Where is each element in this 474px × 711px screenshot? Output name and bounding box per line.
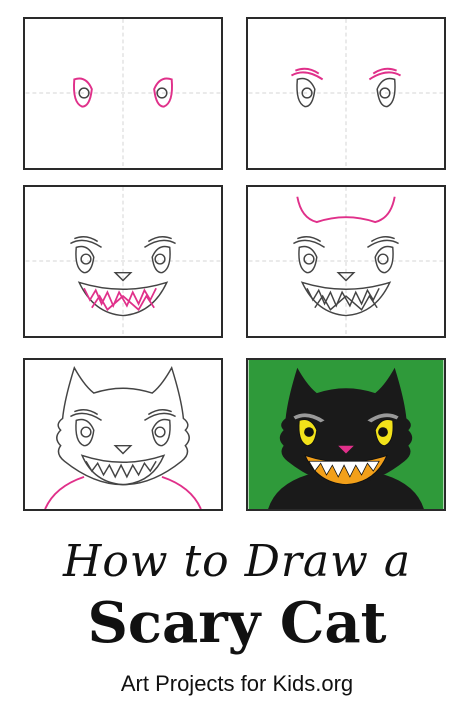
title-line-subject: Scary Cat [87, 590, 387, 656]
step-6-panel [246, 358, 446, 511]
step-1-panel [23, 17, 223, 170]
step-4-panel [246, 185, 446, 338]
step-1-eyes-sketch [25, 19, 221, 168]
step-6-colored-cat [248, 360, 444, 509]
step-4-ears-sketch [248, 187, 444, 336]
title-line-brand: Art Projects for Kids.org [120, 671, 354, 696]
step-2-panel [246, 17, 446, 170]
step-3-face-mouth-sketch [25, 187, 221, 336]
step-5-body-sketch [44, 365, 202, 509]
step-5-panel [23, 358, 223, 511]
step-2-eyebrows-sketch [248, 19, 444, 168]
title-line-how-to: How to Draw a [62, 536, 412, 587]
step-3-panel [23, 185, 223, 338]
